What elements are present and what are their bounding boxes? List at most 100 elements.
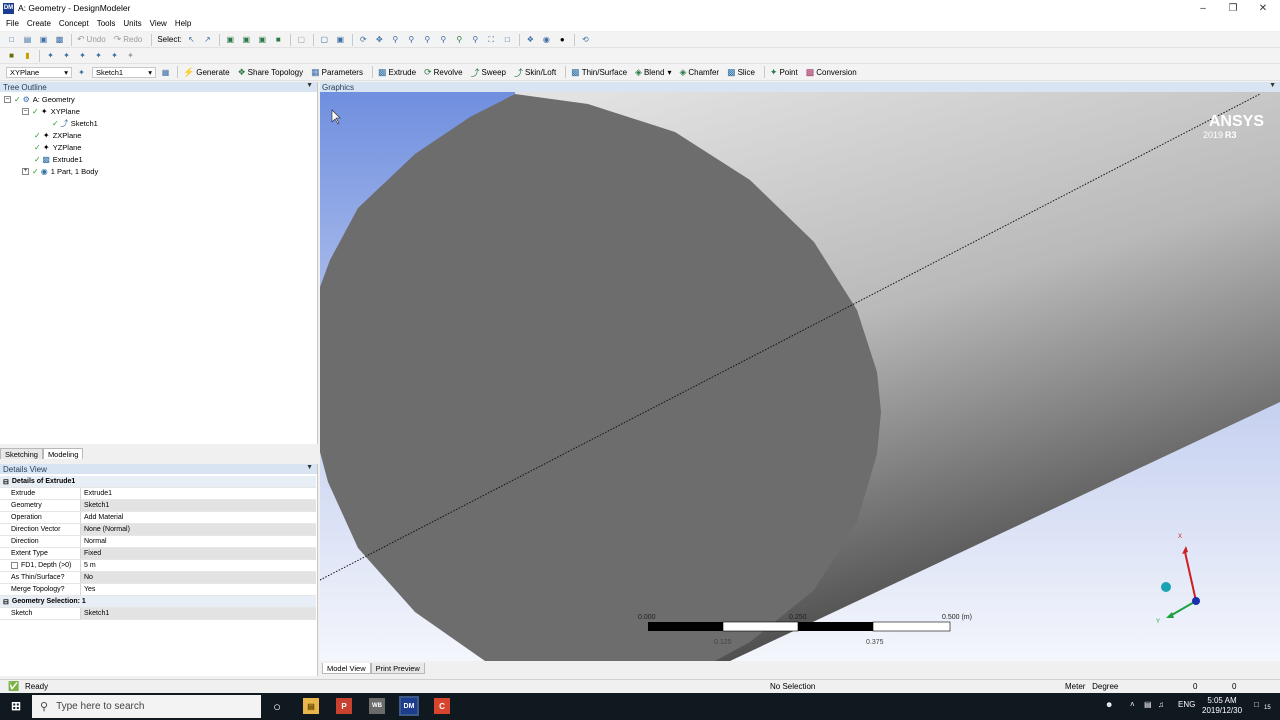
details-row[interactable]: Geometry Sketch1 [0,500,316,512]
face-filter-icon[interactable]: ▣ [257,34,268,45]
task-view-icon[interactable]: ○ [269,698,285,714]
details-row[interactable]: Operation Add Material [0,512,316,524]
rotate-icon[interactable]: ⟳ [358,34,369,45]
sketch-dropdown[interactable]: Sketch1 ▾ [92,66,156,78]
share-topology-button[interactable]: ❖ Share Topology [238,67,304,78]
powerpoint-icon[interactable]: P [336,698,352,714]
display-model-icon[interactable]: ◉ [541,34,552,45]
menu-units[interactable]: Units [123,19,141,28]
generate-button[interactable]: ⚡ Generate [183,67,230,78]
chamfer-button[interactable]: ◈ Chamfer [679,67,719,78]
expand-icon[interactable]: + [22,168,29,175]
details-row[interactable]: Merge Topology? Yes [0,584,316,596]
extend-selection-icon[interactable]: ▢ [296,34,307,45]
details-row[interactable]: Extent Type Fixed [0,548,316,560]
view-fit-icon[interactable]: ⛶ [486,34,497,45]
thin-surface-button[interactable]: ▩ Thin/Surface [571,67,627,78]
slice-button[interactable]: ▩ Slice [727,67,755,78]
body-filter-icon[interactable]: ■ [273,34,284,45]
menu-help[interactable]: Help [175,19,191,28]
collapse-icon[interactable]: – [4,96,11,103]
box-select-icon[interactable]: ▣ [335,34,346,45]
details-row[interactable]: FD1, Depth (>0) 5 m [0,560,316,572]
taskbar-search-box[interactable]: ⚲ Type here to search [32,695,261,718]
pan-icon[interactable]: ✥ [374,34,385,45]
notification-icon[interactable]: □ [1254,700,1259,709]
pin-icon[interactable]: ▼ [306,464,313,471]
triad-icon[interactable]: ❖ [525,34,536,45]
sweep-button[interactable]: ⤴ Sweep [471,66,506,79]
details-group-header[interactable]: ⊟ Details of Extrude1 [0,476,316,488]
point-display-icon[interactable]: ● [557,34,568,45]
blend-button[interactable]: ◈ Blend ▾ [635,67,671,78]
tree-node-xyplane[interactable]: – ✓ ✦ XYPlane [22,106,80,117]
tree-node-yzplane[interactable]: ✓ ✦ YZPlane [34,142,81,153]
select-filter-icon[interactable]: ↗ [202,34,213,45]
tree-node-extrude1[interactable]: ✓ ▩ Extrude1 [34,154,83,165]
windows-start-icon[interactable]: ⊞ [8,698,24,714]
details-row[interactable]: Sketch Sketch1 [0,608,316,620]
language-indicator[interactable]: ENG [1178,700,1195,709]
details-row[interactable]: As Thin/Surface? No [0,572,316,584]
sketch-face-icon[interactable]: ✦ [77,50,88,61]
collapse-icon[interactable]: – [22,108,29,115]
zoom-to-fit-icon[interactable]: ⚲ [422,34,433,45]
select-all-icon[interactable]: ▢ [319,34,330,45]
tree-node-geometry[interactable]: – ✓ ⚙ A: Geometry [4,94,75,105]
skin-loft-button[interactable]: ⤴ Skin/Loft [514,66,556,79]
zoom-icon[interactable]: ⚲ [390,34,401,45]
restore-button[interactable]: ❐ [1218,0,1248,16]
graphics-canvas[interactable]: ANSYS 2019 R3 0.000 0.250 0.500 (m) 0.12… [320,82,1280,661]
taskbar-clock[interactable]: 5:05 AM 2019/12/30 [1202,696,1242,716]
camtasia-icon[interactable]: C [434,698,450,714]
details-row[interactable]: Extrude Extrude1 [0,488,316,500]
minimize-button[interactable]: – [1188,0,1218,16]
magnifier-icon[interactable]: ⚲ [454,34,465,45]
look-at-icon[interactable]: ⟲ [580,34,591,45]
new-sketch-icon[interactable]: ▦ [160,67,171,78]
workbench-icon[interactable]: WB [369,698,385,714]
new-plane-icon[interactable]: ✦ [76,67,87,78]
pin-icon[interactable]: ▼ [306,82,313,89]
plane-dropdown[interactable]: XYPlane ▾ [6,66,72,78]
new-plane-icon[interactable]: ✦ [45,50,56,61]
close-button[interactable]: ✕ [1248,0,1278,16]
file-explorer-icon[interactable]: ▤ [303,698,319,714]
menu-create[interactable]: Create [27,19,51,28]
display-toggle-icon[interactable]: ▮ [22,50,33,61]
graphics-options-icon[interactable]: ■ [6,50,17,61]
extrude-button[interactable]: ▩ Extrude [378,67,416,78]
new-icon[interactable]: □ [6,34,17,45]
people-icon[interactable]: ☻ [1105,700,1113,709]
details-row[interactable]: Direction Normal [0,536,316,548]
tree-node-zxplane[interactable]: ✓ ✦ ZXPlane [34,130,81,141]
sketch-instance-icon[interactable]: ✦ [125,50,136,61]
designmodeler-taskbar-icon[interactable]: DM [399,696,419,716]
tab-print-preview[interactable]: Print Preview [370,663,425,674]
menu-view[interactable]: View [150,19,167,28]
tree-node-parts[interactable]: + ✓ ◉ 1 Part, 1 Body [22,166,98,177]
select-mode-icon[interactable]: ↖ [186,34,197,45]
tab-model-view[interactable]: Model View [322,663,371,674]
isometric-view-ball[interactable] [1161,582,1171,592]
new-sketch-icon[interactable]: ✦ [61,50,72,61]
redo-button[interactable]: ↷ Redo [114,34,143,45]
zoom-out-icon[interactable]: ⚲ [470,34,481,45]
display-plane-icon[interactable]: □ [502,34,513,45]
look-at-sketch-icon[interactable]: ✦ [109,50,120,61]
menu-tools[interactable]: Tools [97,19,116,28]
menu-concept[interactable]: Concept [59,19,89,28]
graphics-viewport[interactable]: ANSYS 2019 R3 0.000 0.250 0.500 (m) 0.12… [320,82,1280,661]
tray-chevron-up-icon[interactable]: ˄ [1130,700,1135,709]
revolve-button[interactable]: ⟳ Revolve [424,67,462,78]
conversion-button[interactable]: ▩ Conversion [806,67,857,78]
details-row[interactable]: Direction Vector None (Normal) [0,524,316,536]
volume-icon[interactable]: ♫ [1158,700,1164,709]
tab-modeling[interactable]: Modeling [42,448,84,459]
save-icon[interactable]: ▤ [22,34,33,45]
point-filter-icon[interactable]: ▣ [225,34,236,45]
undo-button[interactable]: ↶ Undo [77,34,106,45]
export-icon[interactable]: ▩ [54,34,65,45]
point-button[interactable]: ✦ Point [770,67,798,78]
sketch-edges-icon[interactable]: ✦ [93,50,104,61]
